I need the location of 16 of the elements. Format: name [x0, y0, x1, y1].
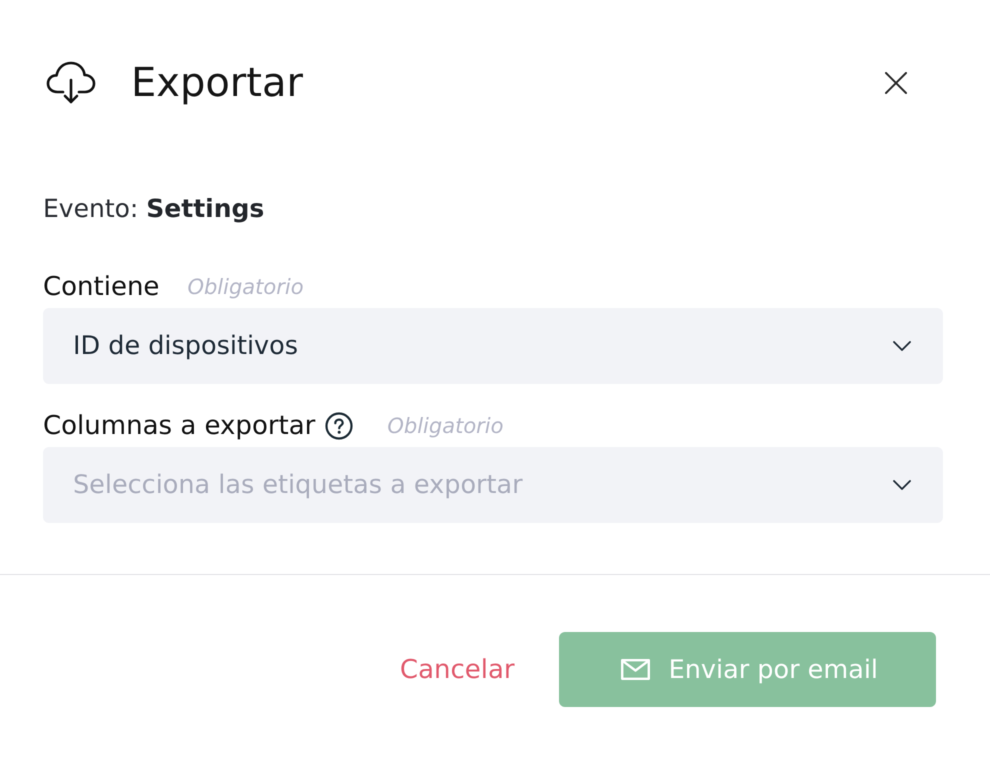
event-text: Evento: Settings [43, 194, 264, 224]
help-icon[interactable] [325, 412, 354, 440]
dropdown-field[interactable]: ID de dispositivos [43, 308, 943, 384]
field-label: Contiene [43, 271, 160, 303]
dropdown-field[interactable]: Selecciona las etiquetas a exportar [43, 447, 943, 523]
chevron-down-icon [893, 480, 911, 490]
envelope-icon [620, 659, 650, 680]
close-icon [885, 72, 907, 94]
required-note: Obligatorio [387, 413, 504, 440]
close-button[interactable] [885, 72, 907, 94]
chevron-down-icon [893, 341, 911, 351]
cloud-download-icon [46, 61, 96, 105]
cancel-link[interactable]: Cancelar [400, 654, 515, 684]
dialog-title: Exportar [131, 59, 304, 108]
field-label: Columnas a exportar [43, 410, 316, 442]
required-note: Obligatorio [187, 274, 304, 301]
